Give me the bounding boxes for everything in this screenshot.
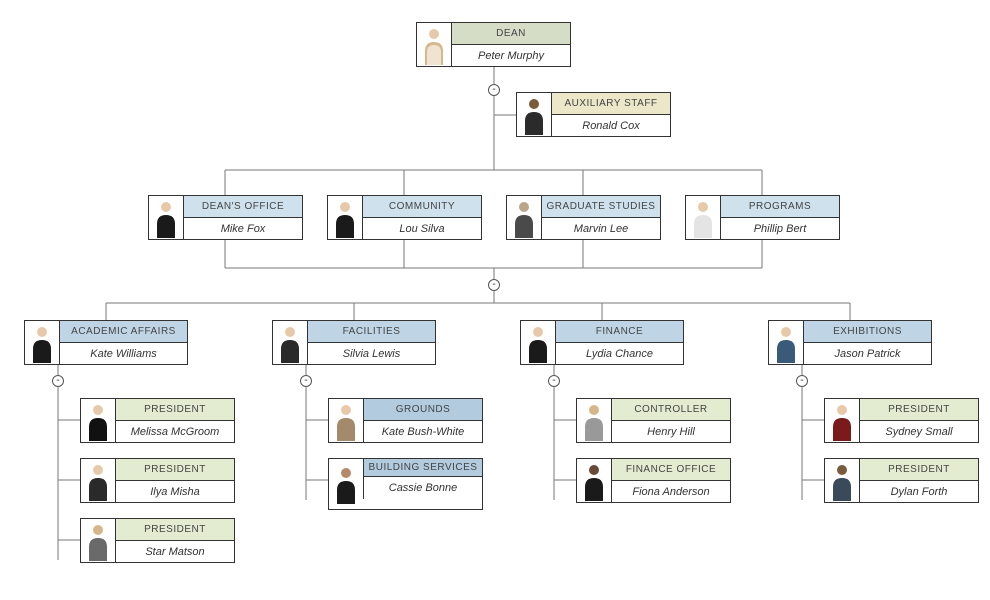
node-name: Ronald Cox [551,115,670,137]
node-president-2[interactable]: PRESIDENT Ilya Misha [80,458,235,503]
node-president-1[interactable]: PRESIDENT Melissa McGroom [80,398,235,443]
node-finance[interactable]: FINANCE Lydia Chance [520,320,684,365]
node-title: FINANCE OFFICE [611,459,730,481]
node-grounds[interactable]: GROUNDS Kate Bush-White [328,398,483,443]
node-title: PRESIDENT [859,459,978,481]
node-name: Cassie Bonne [363,477,482,499]
avatar [521,321,555,364]
node-name: Marvin Lee [541,218,660,240]
avatar [329,399,363,442]
node-name: Lou Silva [362,218,481,240]
node-exhibitions[interactable]: EXHIBITIONS Jason Patrick [768,320,932,365]
node-academic-affairs[interactable]: ACADEMIC AFFAIRS Kate Williams [24,320,188,365]
avatar [149,196,183,239]
node-name: Melissa McGroom [115,421,234,443]
node-auxiliary-staff[interactable]: AUXILIARY STAFF Ronald Cox [516,92,671,137]
avatar [328,196,362,239]
node-name: Jason Patrick [803,343,931,365]
avatar [81,519,115,562]
node-name: Kate Williams [59,343,187,365]
node-title: DEAN'S OFFICE [183,196,302,218]
avatar [517,93,551,136]
node-title: PRESIDENT [115,399,234,421]
node-facilities[interactable]: FACILITIES Silvia Lewis [272,320,436,365]
avatar [417,23,451,66]
node-name: Fiona Anderson [611,481,730,503]
node-title: PRESIDENT [115,459,234,481]
avatar [577,459,611,502]
node-name: Henry Hill [611,421,730,443]
node-deans-office[interactable]: DEAN'S OFFICE Mike Fox [148,195,303,240]
node-name: Silvia Lewis [307,343,435,365]
node-dean[interactable]: DEAN Peter Murphy [416,22,571,67]
node-title: AUXILIARY STAFF [551,93,670,115]
node-name: Peter Murphy [451,45,570,67]
node-title: PRESIDENT [859,399,978,421]
node-title: COMMUNITY [362,196,481,218]
node-controller[interactable]: CONTROLLER Henry Hill [576,398,731,443]
avatar [769,321,803,364]
avatar [686,196,720,239]
node-programs[interactable]: PROGRAMS Phillip Bert [685,195,840,240]
node-name: Kate Bush-White [363,421,482,443]
avatar [577,399,611,442]
collapse-toggle-exhibitions[interactable]: - [796,375,808,387]
node-title: FACILITIES [307,321,435,343]
collapse-toggle-tier2[interactable]: - [488,279,500,291]
node-finance-office[interactable]: FINANCE OFFICE Fiona Anderson [576,458,731,503]
node-president-3[interactable]: PRESIDENT Star Matson [80,518,235,563]
node-graduate-studies[interactable]: GRADUATE STUDIES Marvin Lee [506,195,661,240]
avatar [825,399,859,442]
avatar [81,399,115,442]
avatar [81,459,115,502]
node-title: GROUNDS [363,399,482,421]
node-title: EXHIBITIONS [803,321,931,343]
collapse-toggle-finance[interactable]: - [548,375,560,387]
node-name: Sydney Small [859,421,978,443]
avatar [507,196,541,239]
avatar [25,321,59,364]
node-name: Dylan Forth [859,481,978,503]
node-community[interactable]: COMMUNITY Lou Silva [327,195,482,240]
collapse-toggle-dean[interactable]: - [488,84,500,96]
node-title: GRADUATE STUDIES [541,196,660,218]
avatar [825,459,859,502]
node-title: PRESIDENT [115,519,234,541]
node-title: CONTROLLER [611,399,730,421]
avatar [329,459,363,509]
node-exh-president-1[interactable]: PRESIDENT Sydney Small [824,398,979,443]
node-name: Star Matson [115,541,234,563]
node-title: PROGRAMS [720,196,839,218]
node-name: Ilya Misha [115,481,234,503]
node-title: ACADEMIC AFFAIRS [59,321,187,343]
node-name: Lydia Chance [555,343,683,365]
avatar [273,321,307,364]
node-name: Mike Fox [183,218,302,240]
node-title: FINANCE [555,321,683,343]
node-title: DEAN [451,23,570,45]
node-building-services[interactable]: BUILDING SERVICES Cassie Bonne [328,458,483,510]
node-exh-president-2[interactable]: PRESIDENT Dylan Forth [824,458,979,503]
node-title: BUILDING SERVICES [363,459,482,477]
node-name: Phillip Bert [720,218,839,240]
collapse-toggle-academic[interactable]: - [52,375,64,387]
collapse-toggle-facilities[interactable]: - [300,375,312,387]
